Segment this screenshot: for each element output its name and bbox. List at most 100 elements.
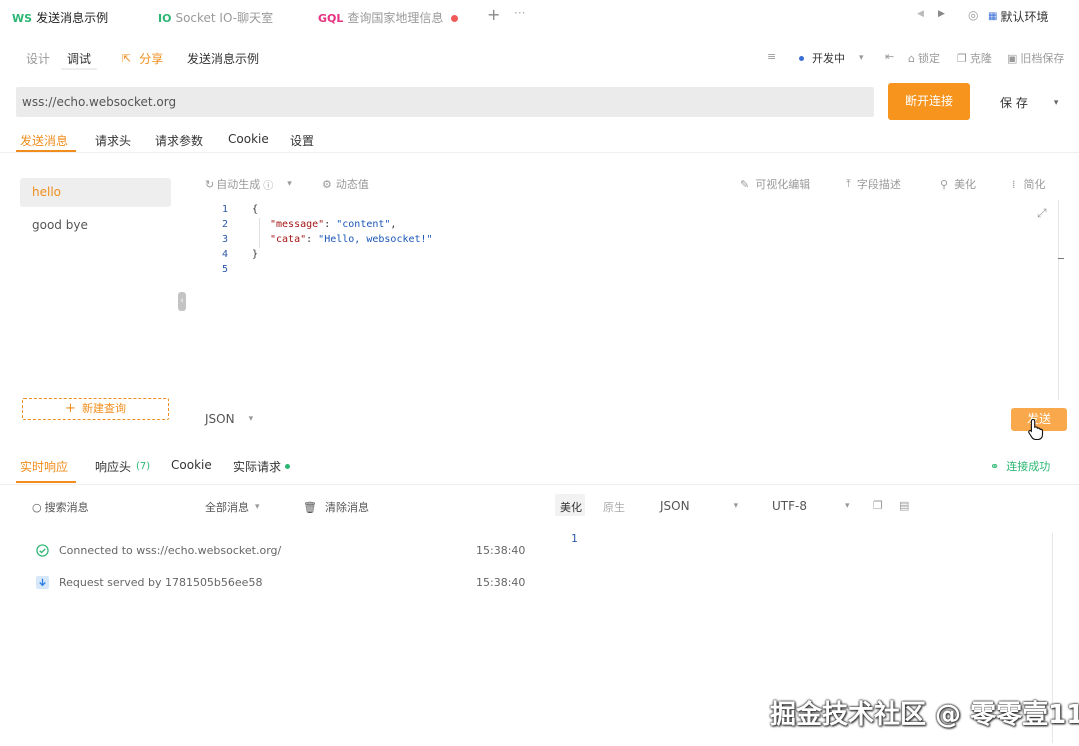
message-text: Request served by 1781505b56ee58 (59, 576, 263, 589)
editor-scroll-marker (1058, 258, 1064, 259)
share-label: 分享 (139, 52, 164, 66)
visual-edit-button[interactable]: ✎ 可视化编辑 (740, 176, 810, 192)
tab-live-response[interactable]: 实时响应 (20, 458, 68, 475)
chevron-down-icon: ▾ (255, 502, 260, 512)
clone-button[interactable]: ❐ 克隆 (957, 50, 992, 66)
format-label: JSON (205, 412, 235, 426)
save-old-icon: ▣ (1007, 51, 1018, 65)
search-input[interactable]: ○ 搜索消息 (32, 499, 89, 515)
add-tab-icon[interactable]: + (487, 5, 500, 24)
view-format-label: JSON (660, 499, 690, 513)
format-select[interactable]: JSON ▾ (205, 412, 253, 426)
info-icon: ⓘ (263, 180, 274, 192)
unsaved-dot-icon (451, 15, 459, 22)
environment-select[interactable]: ▦ 默认环境 (988, 8, 1048, 25)
clear-messages-button[interactable]: 🗑 清除消息 (303, 499, 369, 515)
chevron-down-icon[interactable]: ▾ (287, 179, 292, 189)
share-icon: ⇱ (122, 52, 132, 65)
upload-icon: ⤒ (846, 177, 851, 190)
save-label: 保 存 (1000, 96, 1028, 110)
code-brace-open[interactable]: { (252, 204, 258, 215)
message-row[interactable]: Request served by 1781505b56ee58 15:38:4… (36, 576, 525, 589)
chevron-down-icon: ▾ (733, 501, 739, 511)
view-format-select[interactable]: JSON ▾ (660, 499, 738, 513)
edit-note-icon[interactable]: ≡ (767, 50, 776, 63)
copy-icon[interactable]: ❐ (873, 499, 883, 512)
chevron-down-icon[interactable]: ▾ (1054, 98, 1059, 108)
eye-icon[interactable]: ◎ (968, 8, 978, 22)
environment-icon: ▦ (988, 11, 998, 22)
editor-scrollbar[interactable] (1058, 200, 1059, 400)
filter-label: 全部消息 (205, 501, 249, 514)
mode-underline (61, 68, 97, 70)
environment-label: 默认环境 (1000, 10, 1049, 24)
encoding-label: UTF-8 (772, 499, 807, 513)
status-select[interactable]: 开发中 ▾ (799, 50, 864, 66)
next-tab-icon[interactable]: ▶ (938, 9, 945, 19)
message-row[interactable]: Connected to wss://echo.websocket.org/ 1… (36, 544, 525, 557)
trash-icon: 🗑 (303, 500, 317, 514)
tab-ws-send-message[interactable]: WS 发送消息示例 (12, 9, 108, 26)
line-number: 1 (222, 204, 229, 215)
collapse-panel-icon[interactable]: ‹ (178, 292, 186, 311)
tab-label: 查询国家地理信息 (347, 11, 444, 25)
simplify-button[interactable]: ⁞ 简化 (1012, 176, 1046, 192)
message-time: 15:38:40 (476, 544, 526, 557)
tab-response-headers[interactable]: 响应头 (7) (95, 458, 150, 475)
tab-request-params[interactable]: 请求参数 (155, 132, 203, 149)
expand-icon[interactable]: ⤢ (1037, 206, 1047, 221)
status-dot-icon (285, 464, 291, 469)
tab-gql-country[interactable]: GQL 查询国家地理信息 (318, 9, 459, 26)
field-desc-button[interactable]: ⤒ 字段描述 (846, 176, 901, 192)
mode-design[interactable]: 设计 (26, 50, 50, 67)
save-old-button[interactable]: ▣ 旧档保存 (1007, 50, 1064, 66)
dynamic-value-button[interactable]: ⚙ 动态值 (322, 176, 369, 192)
more-tabs-icon[interactable]: ··· (514, 6, 525, 20)
query-item-good-bye[interactable]: good bye (32, 218, 88, 232)
code-brace-close[interactable]: } (252, 249, 258, 260)
new-query-button[interactable]: + 新建查询 (22, 398, 169, 420)
tab-actual-request[interactable]: 实际请求 (233, 458, 291, 475)
mode-debug[interactable]: 调试 (67, 50, 91, 67)
doc-title: 发送消息示例 (187, 52, 260, 66)
message-filter-select[interactable]: 全部消息 ▾ (205, 499, 260, 515)
tab-label: Socket IO-聊天室 (175, 11, 274, 25)
actual-request-label: 实际请求 (233, 460, 282, 474)
lock-button[interactable]: ⌂ 锁定 (908, 50, 940, 66)
prev-tab-icon[interactable]: ◀ (917, 9, 924, 19)
auto-generate-button[interactable]: ↻ 自动生成 ⓘ ▾ (205, 176, 292, 192)
json-value: "Hello, websocket!" (318, 234, 433, 245)
tab-send-message[interactable]: 发送消息 (20, 132, 68, 149)
tab-settings[interactable]: 设置 (290, 132, 314, 149)
headers-count-badge: (7) (136, 461, 151, 472)
tab-response-cookie[interactable]: Cookie (171, 458, 212, 472)
url-input[interactable]: wss://echo.websocket.org (16, 87, 874, 117)
code-line-cata[interactable]: "cata": "Hello, websocket!" (270, 234, 433, 245)
tab-request-headers[interactable]: 请求头 (95, 132, 131, 149)
code-line-message[interactable]: "message": "content", (270, 219, 396, 230)
subtab-divider (0, 152, 1079, 153)
chevron-down-icon: ▾ (859, 53, 864, 63)
align-icon[interactable]: ⇤ (885, 50, 894, 63)
beautify-label: 美化 (954, 178, 977, 191)
field-desc-label: 字段描述 (856, 178, 901, 191)
tab-cookie[interactable]: Cookie (228, 132, 269, 146)
encoding-select[interactable]: UTF-8 ▾ (772, 499, 850, 513)
tab-socketio-chat[interactable]: IO Socket IO-聊天室 (158, 9, 273, 26)
disconnect-button[interactable]: 断开连接 (888, 83, 970, 120)
share-button[interactable]: ⇱ 分享 (122, 50, 163, 67)
save-response-icon[interactable]: ▤ (899, 499, 909, 512)
beautify-button[interactable]: ⚲ 美化 (940, 176, 976, 192)
chevron-down-icon: ▾ (844, 501, 850, 511)
view-raw-tab[interactable]: 原生 (603, 499, 625, 515)
clear-label: 清除消息 (324, 501, 369, 514)
tab-strip: WS 发送消息示例 IO Socket IO-聊天室 GQL 查询国家地理信息 + ·… (0, 0, 1079, 34)
line-number: 4 (222, 249, 229, 260)
wand-icon: ⚲ (940, 177, 949, 191)
new-query-label: 新建查询 (81, 402, 126, 415)
view-beautify-tab[interactable]: 美化 (560, 499, 582, 515)
compress-icon: ⁞ (1012, 177, 1016, 191)
query-item-hello[interactable]: hello (20, 178, 171, 207)
watermark: 掘金技术社区 @ 零零壹11 (770, 700, 1079, 730)
save-button[interactable]: 保 存 ▾ (1000, 94, 1058, 111)
